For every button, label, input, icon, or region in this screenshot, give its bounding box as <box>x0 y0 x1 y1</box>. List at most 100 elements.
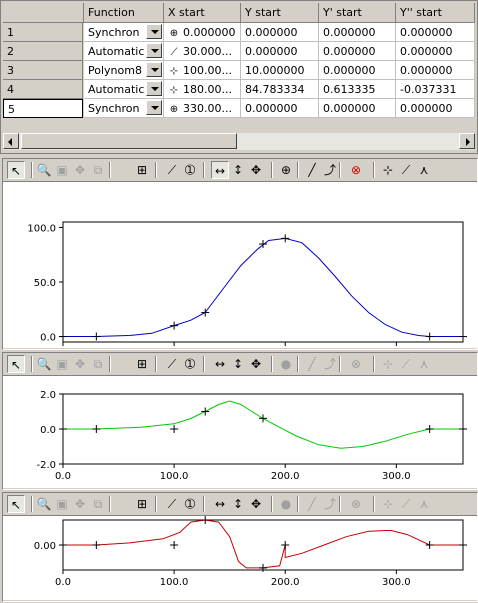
function-select[interactable]: Automatic <box>84 80 164 99</box>
control-point-marker[interactable] <box>59 332 67 341</box>
control-point-marker[interactable] <box>281 541 290 549</box>
line-icon[interactable]: ╱ <box>303 355 321 373</box>
number-one-icon[interactable]: ➀ <box>181 161 199 179</box>
copy-icon[interactable]: ⧉ <box>89 161 107 179</box>
zoom-icon[interactable]: 🔍 <box>35 161 53 179</box>
row-header[interactable]: 1 <box>3 23 83 42</box>
add-point-icon[interactable]: ⊕ <box>277 161 295 179</box>
y1-start-cell[interactable]: 0.000000 <box>319 23 396 42</box>
dropdown-arrow-button[interactable] <box>146 100 162 115</box>
col-header-y2-start[interactable]: Y'' start <box>396 3 475 23</box>
number-one-icon[interactable]: ➀ <box>181 355 199 373</box>
control-point-marker[interactable] <box>170 425 179 433</box>
fit-vertical-icon[interactable]: ↕ <box>229 355 247 373</box>
dropdown-arrow-button[interactable] <box>146 43 162 58</box>
peak-tool-icon[interactable]: ⋏ <box>415 355 433 373</box>
zoom-icon[interactable]: 🔍 <box>35 495 53 513</box>
pan-icon[interactable]: ✥ <box>71 355 89 373</box>
control-point-marker[interactable] <box>92 425 101 433</box>
slope-tool-icon[interactable]: ⟋ <box>397 495 415 513</box>
row-header[interactable]: 4 <box>3 80 83 99</box>
control-point-marker[interactable] <box>459 332 467 341</box>
control-point-marker[interactable] <box>170 541 179 549</box>
control-point-marker[interactable] <box>425 425 434 433</box>
y1-start-cell[interactable]: 0.613335 <box>319 80 396 99</box>
acceleration-chart[interactable]: 0.0 100.0 200.0 300.0 0.00 <box>3 516 477 600</box>
position-chart[interactable]: 0.0100.0200.0300.00.050.0100.0 <box>3 182 477 360</box>
scroll-right-button[interactable] <box>459 133 475 149</box>
dropdown-arrow-button[interactable] <box>146 62 162 77</box>
y1-start-cell[interactable]: 0.000000 <box>319 42 396 61</box>
control-point-marker[interactable] <box>59 541 67 549</box>
fit-horizontal-icon[interactable]: ↔ <box>211 161 229 179</box>
pointer-icon[interactable]: ↖ <box>7 495 25 513</box>
x-start-cell[interactable]: ⊕ 330.00... <box>164 99 241 118</box>
y2-start-cell[interactable]: 0.000000 <box>396 61 475 80</box>
x-start-cell[interactable]: ⟋ 30.000... <box>164 42 241 61</box>
x-start-cell[interactable]: ⊹ 100.00... <box>164 61 241 80</box>
add-point-icon[interactable]: ● <box>277 355 295 373</box>
row-header[interactable]: 5 <box>3 99 83 118</box>
dropdown-arrow-button[interactable] <box>146 81 162 96</box>
add-point-icon[interactable]: ● <box>277 495 295 513</box>
control-point-marker[interactable] <box>281 234 290 243</box>
pen-icon[interactable]: ⟋ <box>163 161 181 179</box>
function-select[interactable]: Automatic <box>84 42 164 61</box>
horizontal-scrollbar[interactable] <box>3 133 475 150</box>
control-point-marker[interactable] <box>201 308 210 317</box>
y2-start-cell[interactable]: -0.037331 <box>396 80 475 99</box>
row-header[interactable]: 3 <box>3 61 83 80</box>
delete-point-icon[interactable]: ⊗ <box>347 355 365 373</box>
velocity-chart[interactable]: 0.0 100.0 200.0 300.0-2.00.02.0 <box>3 376 477 488</box>
y-start-cell[interactable]: 0.000000 <box>241 42 319 61</box>
grid-icon[interactable]: ⊞ <box>133 495 151 513</box>
control-point-marker[interactable] <box>425 332 434 341</box>
y2-start-cell[interactable]: 0.000000 <box>396 42 475 61</box>
col-header-function[interactable]: Function <box>84 3 164 23</box>
number-one-icon[interactable]: ➀ <box>181 495 199 513</box>
delete-point-icon[interactable]: ⊗ <box>347 161 365 179</box>
x-start-cell[interactable]: ⊹ 180.00... <box>164 80 241 99</box>
y-start-cell[interactable]: 10.000000 <box>241 61 319 80</box>
pen-icon[interactable]: ⟋ <box>163 495 181 513</box>
y2-start-cell[interactable]: 0.000000 <box>396 23 475 42</box>
copy-icon[interactable]: ⧉ <box>89 495 107 513</box>
zoom-rect-icon[interactable]: ▣ <box>53 495 71 513</box>
control-point-marker[interactable] <box>459 425 467 433</box>
control-point-marker[interactable] <box>259 414 267 423</box>
y-start-cell[interactable]: 0.000000 <box>241 23 319 42</box>
fit-vertical-icon[interactable]: ↕ <box>229 161 247 179</box>
fit-both-icon[interactable]: ✥ <box>247 161 265 179</box>
pen-icon[interactable]: ⟋ <box>163 355 181 373</box>
peak-tool-icon[interactable]: ⋏ <box>415 495 433 513</box>
h-tangent-icon[interactable]: ⊹ <box>379 495 397 513</box>
control-point-marker[interactable] <box>92 541 101 549</box>
acceleration-plot[interactable]: 0.0 100.0 200.0 300.0 0.00 <box>3 515 477 600</box>
control-point-marker[interactable] <box>92 332 101 341</box>
fit-both-icon[interactable]: ✥ <box>247 495 265 513</box>
row-header[interactable]: 2 <box>3 42 83 61</box>
control-point-marker[interactable] <box>170 321 179 330</box>
y1-start-cell[interactable]: 0.000000 <box>319 99 396 118</box>
y-start-cell[interactable]: 84.783334 <box>241 80 319 99</box>
line-icon[interactable]: ╱ <box>303 495 321 513</box>
pointer-icon[interactable]: ↖ <box>7 355 25 373</box>
pointer-icon[interactable]: ↖ <box>7 161 25 179</box>
pan-icon[interactable]: ✥ <box>71 495 89 513</box>
dropdown-arrow-button[interactable] <box>146 24 162 39</box>
fit-horizontal-icon[interactable]: ↔ <box>211 355 229 373</box>
control-point-marker[interactable] <box>201 407 210 416</box>
h-tangent-icon[interactable]: ⊹ <box>379 355 397 373</box>
control-point-marker[interactable] <box>425 541 434 549</box>
control-point-marker[interactable] <box>59 425 67 433</box>
position-plot[interactable]: 0.0100.0200.0300.00.050.0100.0 <box>3 181 477 360</box>
control-point-marker[interactable] <box>459 541 467 549</box>
col-header-y1-start[interactable]: Y' start <box>319 3 396 23</box>
h-tangent-icon[interactable]: ⊹ <box>379 161 397 179</box>
col-header-y-start[interactable]: Y start <box>241 3 319 23</box>
fit-both-icon[interactable]: ✥ <box>247 355 265 373</box>
function-select[interactable]: Synchron <box>84 23 164 42</box>
pan-icon[interactable]: ✥ <box>71 161 89 179</box>
control-point-marker[interactable] <box>201 516 210 524</box>
copy-icon[interactable]: ⧉ <box>89 355 107 373</box>
